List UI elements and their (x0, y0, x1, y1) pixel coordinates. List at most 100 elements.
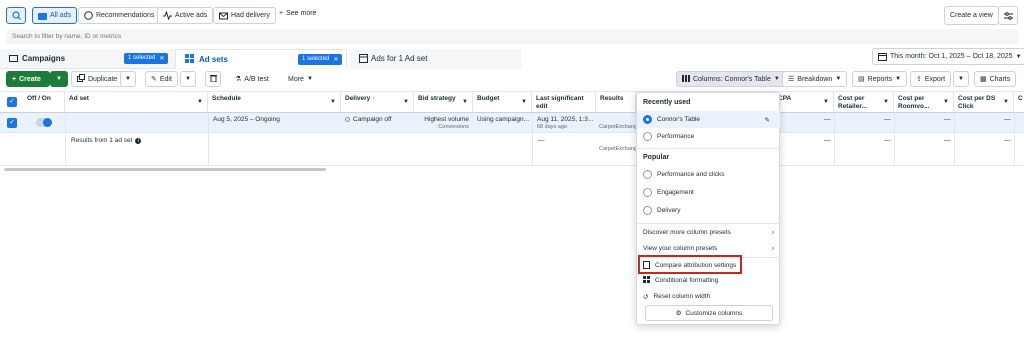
summary-last-edit: — (538, 137, 545, 144)
horizontal-scrollbar[interactable] (4, 168, 326, 171)
reports-button[interactable]: ▤ Reports ▼ (852, 71, 908, 87)
export-dropdown-button[interactable]: ▼ (953, 71, 969, 87)
export-button[interactable]: ⇪ Export (910, 71, 952, 87)
radio-selected[interactable] (643, 115, 652, 124)
chevron-down-icon: ▼ (197, 99, 203, 105)
search-button[interactable] (6, 7, 26, 24)
settings-button[interactable] (998, 6, 1018, 25)
filter-recommendations-label: Recommendations (96, 12, 155, 19)
pencil-icon[interactable]: ✎ (765, 116, 770, 124)
edit-label: Edit (159, 75, 172, 83)
column-header-label: Delivery (345, 95, 371, 102)
column-header-cost-ds[interactable]: Cost per DS Click ▼ (954, 92, 1014, 112)
summary-label: Results from 1 ad set (71, 137, 133, 144)
filter-all-ads[interactable]: All ads (32, 7, 78, 24)
filter-active-ads[interactable]: Active ads (157, 7, 214, 24)
column-header-schedule[interactable]: Schedule ▼ (208, 92, 341, 112)
edit-dropdown-button[interactable]: ▼ (180, 71, 196, 87)
tab-adsets[interactable]: Ad sets 1 selected ✕ (175, 49, 347, 69)
selected-badge[interactable]: 1 selected ✕ (124, 53, 169, 64)
column-header-budget[interactable]: Budget ▼ (473, 92, 532, 112)
breakdown-button[interactable]: ☰ Breakdown ▼ (782, 71, 848, 87)
close-icon[interactable]: ✕ (333, 56, 338, 63)
summary-cost-retailer: — (884, 137, 891, 144)
search-icon (11, 11, 21, 20)
duplicate-label: Duplicate (88, 75, 118, 83)
preset-engagement[interactable]: Engagement (637, 184, 780, 201)
filter-recommendations[interactable]: Recommendations (78, 7, 161, 24)
filter-had-delivery[interactable]: Had delivery (213, 7, 276, 24)
chevron-down-icon: ▼ (521, 99, 527, 105)
preset-label: Connor's Table (657, 116, 701, 123)
info-icon[interactable]: i (135, 137, 142, 144)
sliders-icon (1003, 11, 1013, 20)
sort-up-icon: ↑ (372, 95, 376, 102)
preset-performance[interactable]: Performance (637, 128, 780, 145)
search-input[interactable] (12, 31, 612, 42)
copy-icon (77, 74, 85, 84)
create-dropdown-button[interactable]: ▼ (50, 71, 68, 87)
selected-badge-label: 1 selected (128, 55, 156, 61)
radio-unselected[interactable] (643, 132, 652, 141)
row-checkbox[interactable]: ✓ (7, 118, 17, 128)
create-view-button[interactable]: Create a view (944, 6, 999, 25)
tab-adsets-label: Ad sets (199, 55, 228, 64)
radio-unselected[interactable] (643, 188, 652, 197)
conditional-formatting-item[interactable]: Conditional formatting (637, 272, 780, 289)
select-all-checkbox[interactable]: ✓ (7, 97, 17, 107)
delete-button[interactable] (205, 71, 221, 87)
column-header-cost-retailer[interactable]: Cost per Retailer... ▼ (834, 92, 894, 112)
toggle-switch[interactable] (36, 118, 52, 127)
preset-performance-clicks[interactable]: Performance and clicks (637, 166, 780, 183)
budget-cell: Using campaign... (477, 116, 530, 123)
tab-ads[interactable]: Ads for 1 Ad set (351, 49, 521, 69)
selected-badge[interactable]: 1 selected ✕ (298, 54, 343, 65)
column-header-extra[interactable]: C (1014, 92, 1024, 112)
create-view-label: Create a view (950, 12, 993, 19)
column-header-cpa[interactable]: CPA ▼ (774, 92, 834, 112)
radio-unselected[interactable] (643, 170, 652, 179)
chevron-down-icon: ▼ (895, 76, 902, 82)
close-icon[interactable]: ✕ (159, 55, 164, 62)
preset-delivery[interactable]: Delivery (637, 202, 780, 219)
column-header-adset[interactable]: Ad set ▼ (65, 92, 208, 112)
create-button[interactable]: + Create (6, 71, 50, 87)
column-header-bid-strategy[interactable]: Bid strategy ▼ (414, 92, 473, 112)
column-header-last-edit[interactable]: Last significant edit (532, 92, 596, 112)
chevron-down-icon: ▼ (56, 76, 62, 82)
chevron-down-icon: ▼ (1003, 99, 1009, 105)
chevron-down-icon: ▼ (462, 99, 468, 105)
customize-columns-button[interactable]: ⚙ Customize columns (645, 305, 773, 321)
tab-campaigns[interactable]: Campaigns 1 selected ✕ (0, 49, 175, 69)
ab-test-label: A/B test (244, 75, 269, 83)
plus-icon: + (279, 10, 284, 17)
reset-width-item[interactable]: ↺ Reset column width (637, 288, 780, 305)
ab-test-button[interactable]: ⚗ A/B test (229, 71, 275, 87)
duplicate-dropdown-button[interactable]: ▼ (120, 71, 136, 87)
radio-unselected[interactable] (643, 206, 652, 215)
column-header-delivery[interactable]: Delivery ↑ ▼ (341, 92, 414, 112)
compass-icon (84, 11, 93, 20)
flask-icon: ⚗ (235, 76, 242, 83)
last-edit-sub: 68 days ago (537, 124, 567, 130)
grid-icon (643, 276, 650, 285)
charts-button[interactable]: ▦ Charts (974, 71, 1017, 87)
last-edit-cell: Aug 11, 2025, 1:3... 68 days ago (537, 116, 593, 130)
chevron-down-icon: ▼ (1015, 53, 1022, 60)
duplicate-button[interactable]: Duplicate (71, 71, 124, 87)
chevron-right-icon: › (771, 229, 774, 236)
date-range-picker[interactable]: This month: Oct 1, 2025 – Oct 18, 2025 ▼ (872, 48, 1024, 65)
column-header-cost-roomvo[interactable]: Cost per Roomvo... ▼ (894, 92, 954, 112)
chevron-down-icon: ▼ (773, 76, 780, 82)
column-divider (1014, 113, 1015, 166)
columns-button[interactable]: Columns: Connor's Table ▼ (676, 71, 786, 87)
column-header-off-on[interactable]: Off / On (23, 92, 65, 112)
see-more-button[interactable]: + See more (279, 10, 316, 17)
preset-connors-table[interactable]: Connor's Table ✎ (637, 111, 780, 128)
discover-presets-item[interactable]: Discover more column presets › (637, 224, 780, 241)
more-button[interactable]: More ▼ (282, 71, 319, 87)
breakdown-icon: ☰ (788, 76, 795, 83)
columns-dropdown-menu: Recently used Connor's Table ✎ Performan… (636, 92, 780, 325)
column-header-results[interactable]: Results (596, 92, 636, 112)
edit-button[interactable]: ✎ Edit (145, 71, 178, 87)
